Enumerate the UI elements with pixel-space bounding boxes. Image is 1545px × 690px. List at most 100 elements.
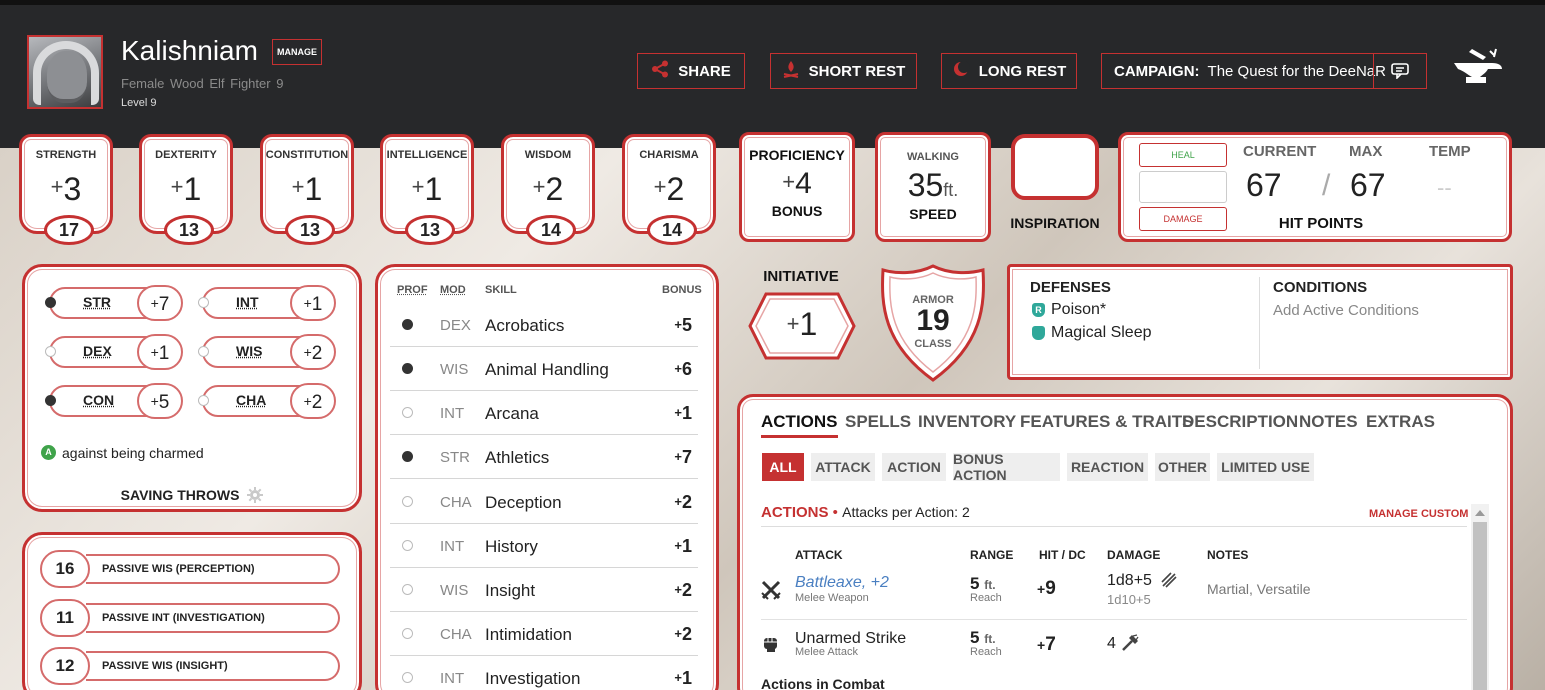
gear-icon[interactable] [247, 487, 263, 506]
hit-column-header: HIT / DC [1039, 548, 1086, 562]
ability-modifier: +1 [383, 171, 471, 208]
attack-type: Melee Weapon [795, 592, 869, 604]
skill-bonus: +5 [674, 315, 692, 336]
filter-all[interactable]: ALL [762, 453, 804, 481]
filter-bonus-action[interactable]: BONUS ACTION [953, 453, 1060, 481]
skill-mod: STR [440, 449, 470, 466]
proficiency-dot [45, 395, 56, 406]
filter-other[interactable]: OTHER [1155, 453, 1210, 481]
ability-strength[interactable]: STRENGTH +3 17 [19, 134, 113, 234]
heal-button[interactable]: HEAL [1139, 143, 1227, 167]
skill-row[interactable]: CHA Deception +2 [390, 480, 698, 524]
temp-hp-value[interactable]: -- [1437, 175, 1452, 201]
skills-skill-header: SKILL [485, 284, 517, 296]
current-hp-value[interactable]: 67 [1246, 167, 1282, 204]
skill-row[interactable]: INT Arcana +1 [390, 391, 698, 435]
skill-row[interactable]: STR Athletics +7 [390, 435, 698, 479]
initiative-box[interactable]: +1 [748, 292, 856, 360]
tab-inventory[interactable]: INVENTORY [918, 412, 1016, 432]
speed-value: 35ft. [878, 167, 988, 204]
ability-charisma[interactable]: CHARISMA +2 14 [622, 134, 716, 234]
proficiency-dot [402, 628, 413, 639]
filter-action[interactable]: ACTION [882, 453, 946, 481]
filter-reaction[interactable]: REACTION [1067, 453, 1148, 481]
proficiency-dot [402, 363, 413, 374]
temp-hp-label: TEMP [1429, 143, 1471, 160]
skill-bonus: +7 [674, 447, 692, 468]
chat-icon[interactable] [1373, 54, 1426, 88]
skill-name: Investigation [485, 669, 580, 689]
skill-row[interactable]: WIS Insight +2 [390, 568, 698, 612]
tab-extras[interactable]: EXTRAS [1366, 412, 1435, 432]
actions-in-combat-heading: Actions in Combat [761, 676, 885, 690]
long-rest-label: LONG REST [979, 63, 1067, 80]
proficiency-label: PROFICIENCY [742, 147, 852, 163]
long-rest-button[interactable]: LONG REST [941, 53, 1077, 89]
passive-insight: PASSIVE WIS (INSIGHT) 12 [40, 647, 340, 685]
skill-mod: CHA [440, 626, 472, 643]
attack-row[interactable]: Battleaxe, +2 Melee Weapon 5 ft. Reach +… [761, 568, 1467, 620]
save-bonus: +2 [290, 383, 336, 419]
skill-name: Animal Handling [485, 360, 609, 380]
skill-bonus: +2 [674, 624, 692, 645]
character-name: Kalishniam [121, 35, 258, 67]
ability-constitution[interactable]: CONSTITUTION +1 13 [260, 134, 354, 234]
attack-damage[interactable]: 4 [1107, 635, 1116, 653]
skill-row[interactable]: CHA Intimidation +2 [390, 612, 698, 656]
skill-row[interactable]: WIS Animal Handling +6 [390, 347, 698, 391]
attack-name-link[interactable]: Battleaxe, +2 [795, 574, 889, 592]
tab-spells[interactable]: SPELLS [845, 412, 911, 432]
skill-mod: INT [440, 405, 464, 422]
speed-box: WALKING 35ft. SPEED [875, 132, 991, 242]
skill-row[interactable]: DEX Acrobatics +5 [390, 303, 698, 347]
skill-row[interactable]: INT History +1 [390, 524, 698, 568]
proficiency-dot [198, 297, 209, 308]
short-rest-button[interactable]: SHORT REST [770, 53, 917, 89]
tab-notes[interactable]: NOTES [1299, 412, 1358, 432]
skill-mod: WIS [440, 361, 468, 378]
ability-wisdom[interactable]: WISDOM +2 14 [501, 134, 595, 234]
inspiration-label: INSPIRATION [1000, 215, 1110, 231]
anvil-logo-icon[interactable] [1452, 47, 1504, 91]
class: Fighter 9 [230, 76, 283, 91]
armor-class-label: CLASS [879, 338, 987, 350]
add-conditions-link[interactable]: Add Active Conditions [1273, 302, 1419, 319]
attack-row[interactable]: Unarmed Strike Melee Attack 5 ft. Reach … [761, 622, 1467, 674]
campaign-button[interactable]: CAMPAIGN: The Quest for the DeeNaR [1101, 53, 1427, 89]
skill-row[interactable]: INT Investigation +1 [390, 656, 698, 690]
save-name: CON [83, 392, 114, 408]
passive-label: PASSIVE INT (INVESTIGATION) [86, 603, 340, 633]
attack-damage[interactable]: 1d8+5 [1107, 572, 1152, 590]
damage-button[interactable]: DAMAGE [1139, 207, 1227, 231]
ability-modifier: +1 [142, 171, 230, 208]
save-bonus: +7 [137, 285, 183, 321]
gender: Female [121, 76, 164, 91]
advantage-note: against being charmed [62, 445, 204, 461]
proficiency-dot [402, 407, 413, 418]
avatar[interactable] [27, 35, 103, 109]
ability-dexterity[interactable]: DEXTERITY +1 13 [139, 134, 233, 234]
passive-value: 12 [40, 647, 90, 685]
attack-hit-button[interactable]: +7 [1037, 634, 1056, 656]
attack-hit-button[interactable]: +9 [1037, 578, 1056, 600]
skill-bonus: +1 [674, 668, 692, 689]
defense-item[interactable]: Magical Sleep [1032, 324, 1152, 342]
tab-features-traits[interactable]: FEATURES & TRAITS [1020, 412, 1193, 432]
character-summary: Female Wood Elf Fighter 9 [121, 76, 283, 91]
speed-label: SPEED [878, 206, 988, 222]
hp-adjust-input[interactable] [1139, 171, 1227, 203]
slashing-icon [1161, 572, 1177, 593]
share-button[interactable]: SHARE [637, 53, 745, 89]
save-name: DEX [83, 343, 112, 359]
filter-attack[interactable]: ATTACK [811, 453, 875, 481]
manage-button[interactable]: MANAGE [272, 39, 322, 65]
tab-description[interactable]: DESCRIPTION [1182, 412, 1298, 432]
manage-custom-link[interactable]: MANAGE CUSTOM [1369, 508, 1468, 520]
inspiration-toggle[interactable] [1011, 134, 1099, 200]
defense-text: Magical Sleep [1051, 324, 1152, 342]
filter-limited-use[interactable]: LIMITED USE [1217, 453, 1314, 481]
actions-scrollbar[interactable] [1471, 504, 1489, 690]
ability-intelligence[interactable]: INTELLIGENCE +1 13 [380, 134, 474, 234]
defense-item[interactable]: R Poison* [1032, 301, 1106, 319]
tab-actions[interactable]: ACTIONS [761, 412, 838, 438]
